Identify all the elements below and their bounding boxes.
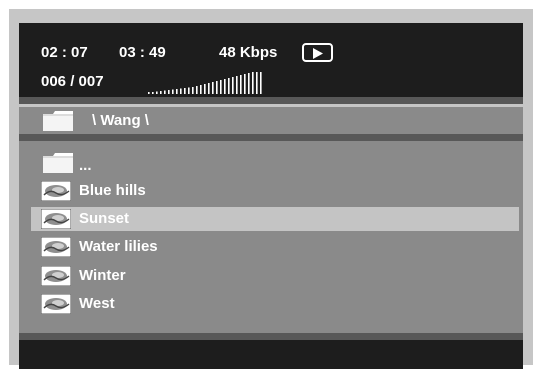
list-item-selected[interactable]: Sunset [19,207,523,231]
list-item-label: West [79,295,115,312]
image-file-icon [40,265,72,291]
list-item[interactable]: Blue hills [19,179,523,203]
status-bar: 02 : 07 03 : 49 48 Kbps 006 / 007 [19,23,523,97]
list-item[interactable]: West [19,292,523,316]
list-item-label: Sunset [79,210,130,227]
elapsed-time: 02 : 07 [41,44,88,61]
file-list: ... Blue hills Sunset Water lilies Winte… [19,141,523,333]
track-counter: 006 / 007 [41,73,104,90]
list-item-label: Water lilies [79,238,158,255]
volume-level-icon [146,71,276,95]
list-item-label: ... [79,157,92,174]
folder-icon [43,111,73,131]
footer-bar [19,340,523,369]
image-file-icon [40,236,72,262]
list-item-label: Winter [79,267,126,284]
divider [19,134,523,141]
list-item[interactable]: Winter [19,264,523,288]
media-browser-screen: 02 : 07 03 : 49 48 Kbps 006 / 007 \ Wang… [9,9,533,369]
list-item-parent-folder[interactable]: ... [19,149,523,174]
divider [19,333,523,340]
current-path: \ Wang \ [92,112,149,129]
image-file-icon [40,293,72,319]
bitrate: 48 Kbps [219,44,278,61]
folder-icon [43,153,73,173]
image-file-icon [40,180,72,206]
play-icon[interactable] [302,43,333,62]
image-file-icon [40,208,72,234]
divider [19,97,523,104]
total-time: 03 : 49 [119,44,166,61]
list-item-label: Blue hills [79,182,146,199]
list-item[interactable]: Water lilies [19,235,523,259]
path-bar: \ Wang \ [19,107,523,134]
